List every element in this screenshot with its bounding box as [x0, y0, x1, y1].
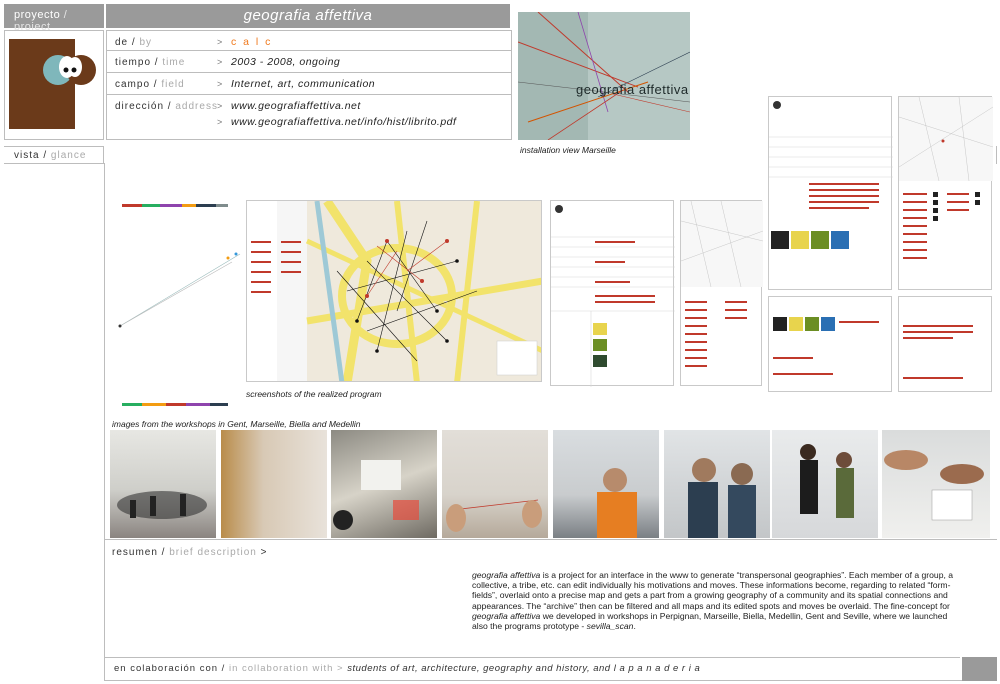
- info-row-time: tiempo / time > 2003 - 2008, ongoing: [107, 51, 511, 73]
- legend-screenshot: [898, 96, 994, 290]
- entry-screenshot: [768, 296, 892, 392]
- info-row-address: dirección / address > www.geografiaffett…: [107, 95, 511, 139]
- arrow: >: [217, 57, 223, 67]
- collaboration-row: en colaboración con / in collaboration w…: [104, 657, 960, 679]
- installation-photo: geografia affettiva: [518, 12, 690, 140]
- workshop-photo-7: [772, 430, 878, 538]
- installation-photo-text: geografia affettiva: [576, 82, 689, 97]
- screenshots-caption: screenshots of the realized program: [246, 389, 382, 399]
- arrow: >: [217, 79, 223, 89]
- eyes-logo-icon: [43, 55, 96, 85]
- info-row-field: campo / field > Internet, art, communica…: [107, 73, 511, 95]
- timeline-screenshot: [118, 204, 241, 406]
- vista-tab[interactable]: vista / glance: [4, 146, 104, 164]
- corner-block: [962, 657, 997, 681]
- arrow: >: [217, 101, 223, 111]
- project-tab: proyecto / project: [4, 4, 104, 33]
- workshops-caption: images from the workshops in Gent, Marse…: [112, 419, 361, 429]
- field-value: Internet, art, communication: [231, 78, 376, 90]
- notes-screenshot: [898, 296, 992, 392]
- time-value: 2003 - 2008, ongoing: [231, 56, 341, 68]
- entry-drawing: [773, 317, 879, 375]
- installation-strings: [518, 12, 690, 140]
- workshop-photo-2: [221, 430, 327, 538]
- label-address: dirección / address: [115, 101, 218, 112]
- list-screenshot: [680, 200, 764, 386]
- project-label-es: proyecto: [14, 9, 61, 21]
- project-sep: /: [60, 9, 68, 21]
- workshop-photo-6: [664, 430, 770, 538]
- workshop-photo-4: [442, 430, 548, 538]
- label-time: tiempo / time: [115, 57, 186, 68]
- divider: [105, 539, 997, 540]
- workshop-photo-5: [553, 430, 659, 538]
- website-link[interactable]: www.geografiaffettiva.net: [231, 100, 361, 112]
- detail-screenshot: [768, 96, 893, 290]
- workshop-photo-1: [110, 430, 216, 538]
- label-field: campo / field: [115, 79, 185, 90]
- description-text: geografia affettiva is a project for an …: [472, 570, 954, 632]
- form-screenshot: [550, 200, 675, 387]
- arrow: >: [217, 117, 223, 127]
- list-drawing: [680, 200, 764, 367]
- logo-box: [4, 30, 104, 140]
- info-row-by: de / by > c a l c: [107, 31, 511, 51]
- notes-drawing: [903, 325, 973, 379]
- arrow: >: [217, 37, 223, 47]
- description-label: resumen / brief description >: [112, 547, 268, 558]
- author-value: c a l c: [231, 36, 273, 48]
- workshop-photo-3: [331, 430, 437, 538]
- page-title: geografia affettiva: [106, 4, 510, 28]
- legend-drawing: [898, 96, 994, 259]
- label-by: de / by: [115, 37, 153, 48]
- map-screenshot: [246, 200, 542, 382]
- form-drawing: [551, 205, 675, 387]
- workshop-photo-8: [882, 430, 990, 538]
- divider: [104, 0, 105, 146]
- info-table: de / by > c a l c tiempo / time > 2003 -…: [106, 30, 512, 140]
- map-drawing: [247, 201, 541, 381]
- pdf-link[interactable]: www.geografiaffettiva.net/info/hist/libr…: [231, 116, 456, 128]
- detail-drawing: [769, 101, 893, 249]
